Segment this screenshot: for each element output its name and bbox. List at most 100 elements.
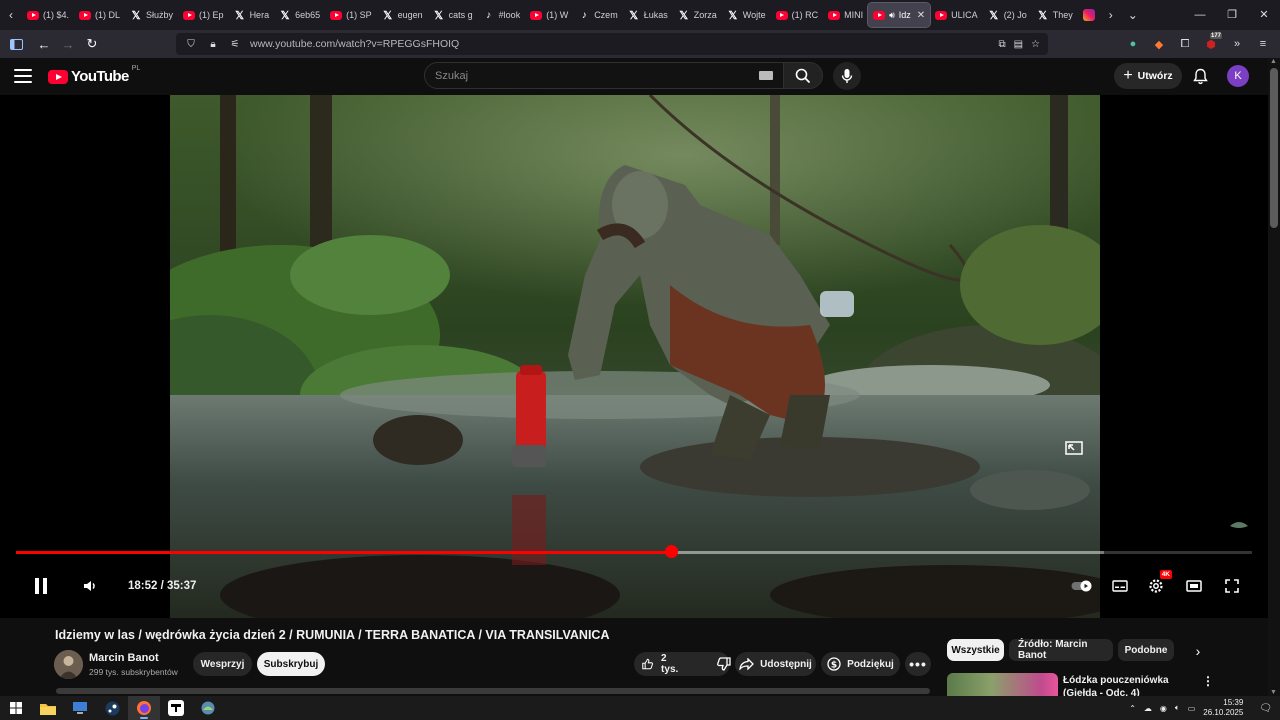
scrubber-handle[interactable] xyxy=(665,545,679,558)
youtube-logo[interactable]: YouTube PL xyxy=(48,65,140,85)
ublock-icon[interactable]: ⬢ 177 xyxy=(1200,32,1222,56)
browser-tab[interactable]: ULICA xyxy=(930,0,983,30)
channel-watermark-icon[interactable] xyxy=(1228,517,1250,529)
scroll-up-arrow-icon[interactable]: ▲ xyxy=(1270,58,1277,65)
picture-in-picture-icon[interactable]: ⧉ xyxy=(998,39,1005,50)
back-icon[interactable]: ← xyxy=(32,32,56,56)
menu-icon[interactable]: ≡ xyxy=(1252,32,1274,56)
reader-view-icon[interactable]: ▤ xyxy=(1014,39,1023,50)
reload-icon[interactable]: ↻ xyxy=(80,32,104,56)
video-player[interactable] xyxy=(0,95,1268,618)
fullscreen-button[interactable] xyxy=(1222,577,1242,595)
chip-all[interactable]: Wszystkie xyxy=(947,639,1004,661)
forward-icon[interactable]: → xyxy=(56,32,80,56)
like-button[interactable]: 2 tys. xyxy=(642,653,681,675)
browser-tab[interactable]: 𝕏cats g xyxy=(428,0,478,30)
browser-tab[interactable] xyxy=(1078,0,1100,30)
thanks-button[interactable]: $ Podziękuj xyxy=(821,652,900,676)
browser-tab[interactable]: ♪ Czem xyxy=(573,0,623,30)
voice-search-button[interactable] xyxy=(833,62,861,90)
permissions-icon[interactable]: ⚟ xyxy=(228,39,242,50)
miniplayer-icon[interactable] xyxy=(1065,441,1085,457)
recommended-video-thumbnail[interactable] xyxy=(947,673,1058,696)
guide-menu-icon[interactable] xyxy=(14,69,32,83)
subtitles-button[interactable] xyxy=(1110,577,1130,595)
browser-tab[interactable]: 🔊︎ Idz ✕ xyxy=(867,2,932,28)
tab-scroll-right-icon[interactable]: › xyxy=(1100,8,1122,22)
create-button[interactable]: + Utwórz xyxy=(1114,63,1182,89)
video-frame[interactable] xyxy=(170,95,1100,618)
account-avatar[interactable]: K xyxy=(1227,65,1249,87)
steam-icon[interactable] xyxy=(96,696,128,720)
app-icon[interactable] xyxy=(192,696,224,720)
browser-tab[interactable]: 𝕏 (2) Jo xyxy=(983,0,1032,30)
audio-playing-icon[interactable]: 🔊︎ xyxy=(889,10,895,21)
clock[interactable]: 15:39 26.10.2025 xyxy=(1203,698,1243,718)
address-bar[interactable]: ⛉ 🔒︎ ⚟ www.youtube.com/watch?v=RPEGGsFHO… xyxy=(176,33,1048,55)
notifications-icon[interactable]: 🗨︎ xyxy=(1259,703,1272,714)
browser-tab[interactable]: 𝕏 Hera xyxy=(229,0,275,30)
firefox-taskbar-icon[interactable] xyxy=(128,696,160,720)
browser-tab[interactable]: (1) DL xyxy=(74,0,125,30)
scroll-down-arrow-icon[interactable]: ▼ xyxy=(1270,689,1277,696)
browser-tab[interactable]: 𝕏 Zorza xyxy=(673,0,722,30)
share-button[interactable]: Udostępnij xyxy=(735,652,816,676)
search-button[interactable] xyxy=(783,62,823,89)
chip-from-channel[interactable]: Źródło: Marcin Banot xyxy=(1009,639,1113,661)
settings-button[interactable]: 4K xyxy=(1146,570,1172,596)
search-input[interactable]: Szukaj xyxy=(424,62,784,89)
browser-tab[interactable]: 𝕏 Łukas xyxy=(623,0,673,30)
channel-name[interactable]: Marcin Banot xyxy=(89,652,159,664)
support-button[interactable]: Wesprzyj xyxy=(193,652,252,676)
autoplay-toggle[interactable] xyxy=(1070,578,1094,594)
file-explorer-icon[interactable] xyxy=(32,696,64,720)
cloud-icon[interactable]: ☁ xyxy=(1144,704,1152,713)
tab-scroll-left-icon[interactable]: ‹ xyxy=(0,8,22,22)
recommended-video-title[interactable]: Łódzka pouczeniówka (Giełda - Odc. 4) xyxy=(1063,674,1198,696)
keyboard-icon[interactable] xyxy=(759,71,773,80)
browser-tab[interactable]: (1) Ep xyxy=(178,0,229,30)
close-window-icon[interactable]: ✕ xyxy=(1248,0,1280,30)
browser-tab[interactable]: (1) RC xyxy=(771,0,824,30)
theater-mode-button[interactable] xyxy=(1184,577,1204,595)
browser-tab[interactable]: 𝕏 Wojte xyxy=(722,0,771,30)
maximize-icon[interactable]: ❐ xyxy=(1216,0,1248,30)
channel-avatar[interactable] xyxy=(54,650,83,679)
more-tools-icon[interactable]: » xyxy=(1226,32,1248,56)
volume-button[interactable] xyxy=(80,577,100,595)
page-scrollbar[interactable]: ▲ ▼ xyxy=(1268,58,1280,696)
lock-icon[interactable]: 🔒︎ xyxy=(206,39,220,50)
url-text[interactable]: www.youtube.com/watch?v=RPEGGsFHOIQ xyxy=(250,38,459,50)
browser-tab[interactable]: 𝕏 Służby xyxy=(125,0,178,30)
chips-next-icon[interactable]: › xyxy=(1188,642,1208,660)
progress-bar[interactable] xyxy=(16,551,1252,554)
browser-tab[interactable]: (1) $4. xyxy=(22,0,74,30)
bookmark-star-icon[interactable]: ☆ xyxy=(1031,39,1040,50)
notifications-bell-icon[interactable] xyxy=(1190,66,1210,86)
capcut-icon[interactable] xyxy=(160,696,192,720)
recommended-more-icon[interactable]: ⋮ xyxy=(1202,674,1214,688)
dislike-button[interactable] xyxy=(717,657,731,671)
speaker-icon[interactable]: 🔈︎ xyxy=(1175,703,1180,713)
tracking-shield-icon[interactable]: ⛉ xyxy=(184,39,198,50)
subscribe-button[interactable]: Subskrybuj xyxy=(257,652,325,676)
vpn-extension-icon[interactable]: ● xyxy=(1122,32,1144,56)
windows-start-icon[interactable] xyxy=(0,696,32,720)
browser-tab[interactable]: MINI xyxy=(823,0,868,30)
scrollbar-thumb[interactable] xyxy=(1270,68,1278,228)
browser-tab[interactable]: (1) W xyxy=(525,0,573,30)
close-tab-icon[interactable]: ✕ xyxy=(917,10,925,21)
fox-extension-icon[interactable]: ◆ xyxy=(1148,32,1170,56)
browser-tab[interactable]: 𝕏 6eb65 xyxy=(274,0,325,30)
display-icon[interactable]: ▭ xyxy=(1188,704,1196,713)
remote-desktop-icon[interactable] xyxy=(64,696,96,720)
pause-button[interactable] xyxy=(30,576,52,596)
network-icon[interactable]: ◉ xyxy=(1160,704,1167,713)
extensions-puzzle-icon[interactable]: ⧠ xyxy=(1174,32,1196,56)
sidebar-toggle-icon[interactable] xyxy=(4,32,28,56)
tray-overflow-icon[interactable]: ⌃ xyxy=(1129,704,1136,713)
browser-tab[interactable]: 𝕏 They xyxy=(1032,0,1078,30)
minimize-icon[interactable]: — xyxy=(1184,0,1216,30)
more-actions-button[interactable]: ••• xyxy=(905,652,931,676)
browser-tab[interactable]: (1) SP xyxy=(325,0,377,30)
